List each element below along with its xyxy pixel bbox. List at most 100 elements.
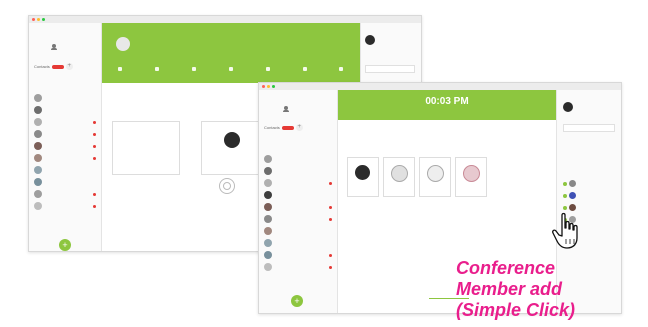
avatar [569, 204, 576, 211]
caption-line: Conference [456, 258, 556, 278]
add-member-button[interactable] [219, 178, 235, 194]
avatar [34, 130, 42, 138]
caption-line: (Simple Click) [456, 300, 576, 320]
add-icon[interactable] [563, 194, 567, 198]
notification-badge [51, 64, 64, 69]
missed-call-indicator [329, 206, 332, 209]
contact-item[interactable] [34, 201, 96, 213]
contact-item[interactable] [264, 166, 332, 178]
call-header [102, 23, 360, 83]
mute-icon[interactable] [118, 67, 123, 71]
avatar [34, 166, 42, 174]
record-icon[interactable] [265, 67, 270, 71]
video-icon[interactable] [302, 67, 307, 71]
avatar [34, 154, 42, 162]
contact-item[interactable] [264, 202, 332, 214]
feature-caption: Conference Member add (Simple Click) [456, 258, 646, 321]
contact-item[interactable] [264, 178, 332, 190]
contact-item[interactable] [34, 117, 96, 129]
avatar [34, 118, 42, 126]
avatar [264, 167, 272, 175]
contact-item[interactable] [34, 177, 96, 189]
search-field[interactable] [365, 65, 415, 73]
add-contact-button[interactable]: + [295, 124, 303, 131]
contact-item[interactable] [264, 250, 332, 262]
user-icon [51, 44, 57, 50]
member-card[interactable] [419, 157, 451, 197]
call-toolbar [102, 65, 360, 73]
member-card[interactable] [347, 157, 379, 197]
member-card[interactable] [383, 157, 415, 197]
zoom-button[interactable] [272, 85, 275, 88]
avatar [264, 227, 272, 235]
contact-item[interactable] [34, 189, 96, 201]
contact-item[interactable] [264, 238, 332, 250]
member-avatar [463, 165, 480, 182]
avatar [569, 192, 576, 199]
contact-item[interactable] [264, 262, 332, 274]
transfer-icon[interactable] [228, 67, 233, 71]
contact-item[interactable] [34, 93, 96, 105]
close-button[interactable] [32, 18, 35, 21]
member-card[interactable] [455, 157, 487, 197]
avatar [34, 106, 42, 114]
hold-icon[interactable] [192, 67, 197, 71]
member-avatar [427, 165, 444, 182]
avatar [34, 178, 42, 186]
zoom-button[interactable] [42, 18, 45, 21]
missed-call-indicator [329, 182, 332, 185]
contact-item[interactable] [34, 105, 96, 117]
notification-badge [281, 125, 294, 130]
member-avatar [391, 165, 408, 182]
missed-call-indicator [93, 157, 96, 160]
contact-item[interactable] [264, 226, 332, 238]
contact-item[interactable] [34, 165, 96, 177]
call-time: 00:03 PM [425, 96, 469, 107]
contact-list [34, 93, 96, 213]
contacts-header: Contacts + [34, 63, 73, 70]
avatar [264, 215, 272, 223]
avatar [264, 263, 272, 271]
contact-item[interactable] [264, 214, 332, 226]
panel-contact-item[interactable] [563, 180, 617, 188]
panel-contact-item[interactable] [563, 192, 617, 200]
user-icon [283, 106, 289, 112]
app-brand [283, 106, 291, 112]
keypad-icon[interactable] [155, 67, 160, 71]
missed-call-indicator [93, 133, 96, 136]
avatar [264, 239, 272, 247]
missed-call-indicator [93, 205, 96, 208]
add-call-button[interactable]: + [291, 295, 303, 307]
avatar [264, 203, 272, 211]
call-header: 00:03 PM [338, 90, 556, 120]
contacts-sidebar: Contacts + + [29, 23, 102, 251]
caption-line: Member add [456, 279, 563, 299]
contact-item[interactable] [34, 141, 96, 153]
panel-contact-item[interactable] [563, 204, 617, 212]
add-icon[interactable] [563, 182, 567, 186]
add-contact-button[interactable]: + [65, 63, 73, 70]
user-avatar [563, 102, 573, 112]
contacts-sidebar: Contacts + + [259, 90, 338, 313]
add-call-button[interactable]: + [59, 239, 71, 251]
contact-item[interactable] [34, 153, 96, 165]
minimize-button[interactable] [267, 85, 270, 88]
minimize-button[interactable] [37, 18, 40, 21]
missed-call-indicator [329, 266, 332, 269]
missed-call-indicator [329, 254, 332, 257]
contact-item[interactable] [264, 154, 332, 166]
missed-call-indicator [93, 193, 96, 196]
participant-card[interactable] [201, 121, 263, 175]
contact-item[interactable] [264, 190, 332, 202]
search-field[interactable] [563, 124, 615, 132]
add-icon[interactable] [563, 206, 567, 210]
hand-cursor-icon [552, 212, 578, 249]
user-avatar [365, 35, 375, 45]
missed-call-indicator [93, 121, 96, 124]
avatar [34, 190, 42, 198]
missed-call-indicator [329, 218, 332, 221]
close-button[interactable] [262, 85, 265, 88]
contact-item[interactable] [34, 129, 96, 141]
member-avatar [355, 165, 370, 180]
more-icon[interactable] [339, 67, 344, 71]
